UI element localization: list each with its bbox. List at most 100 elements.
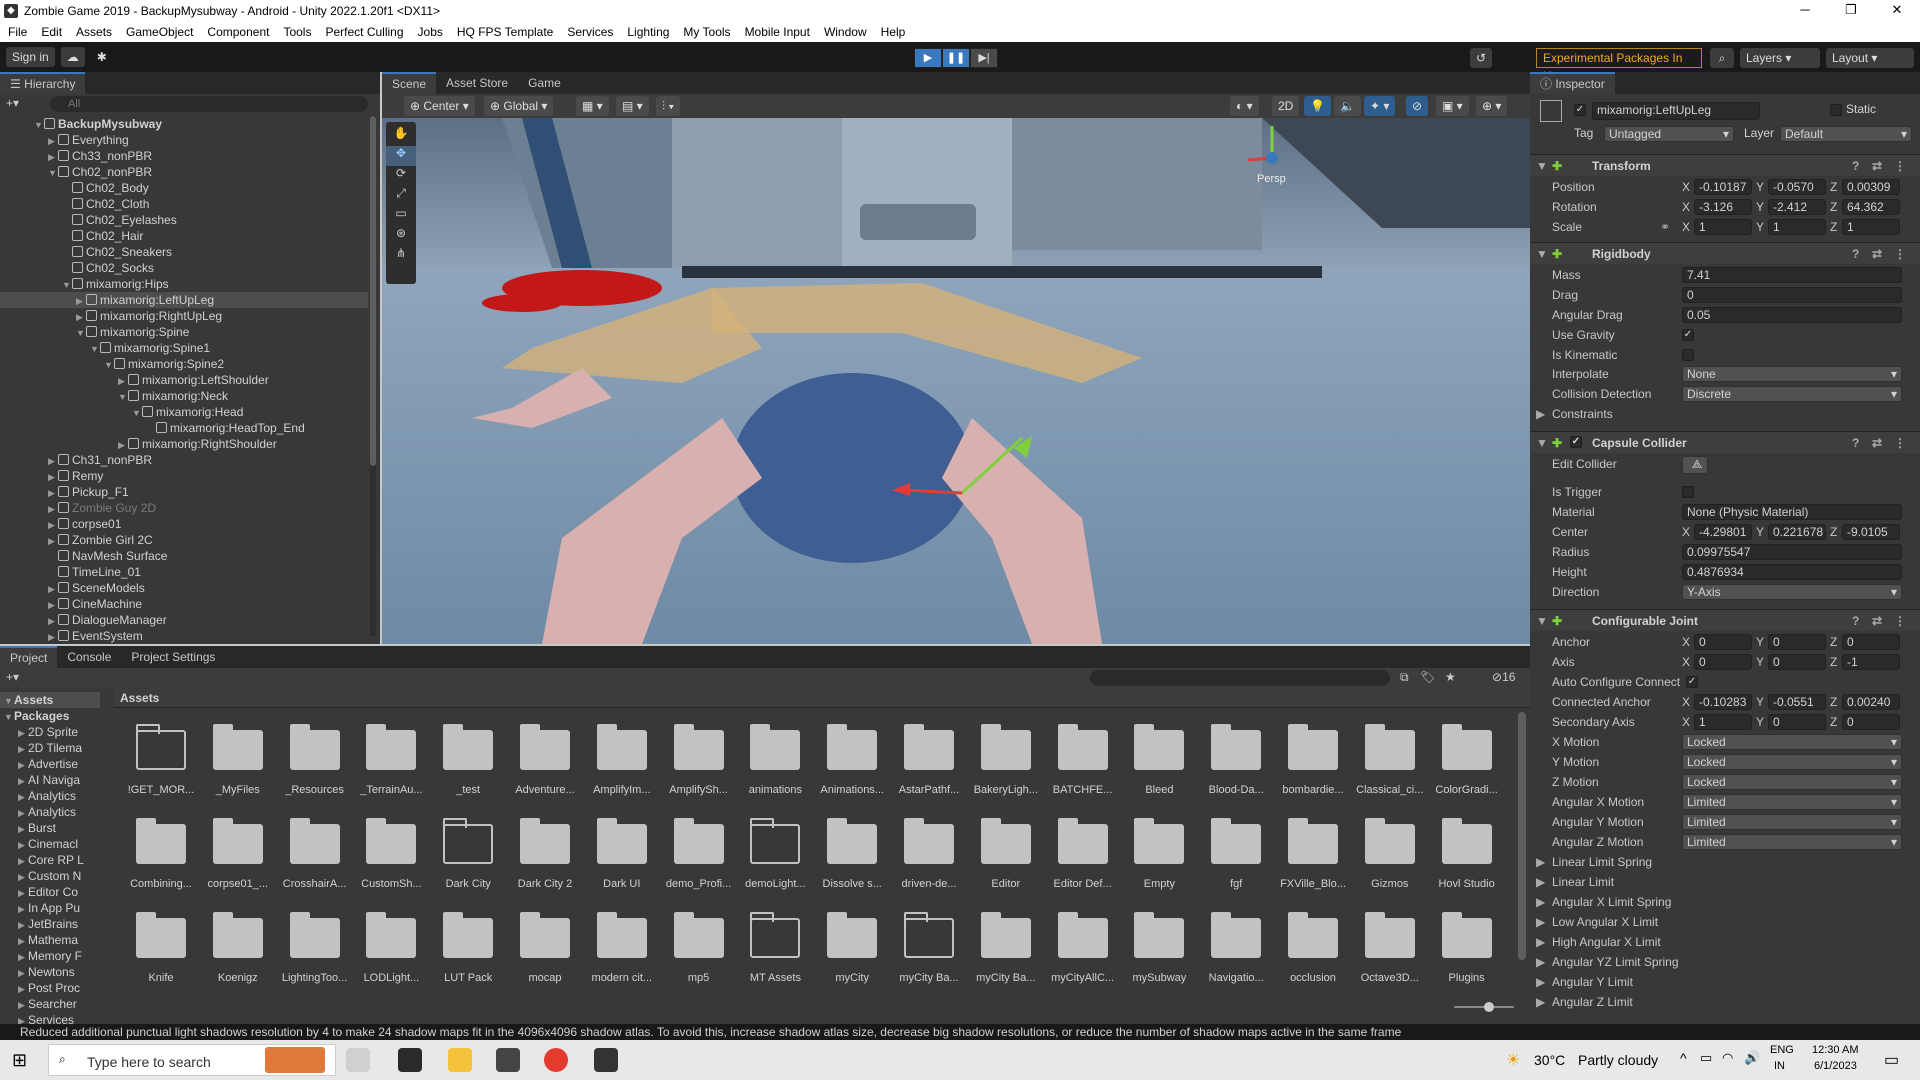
asset-folder[interactable]: Dissolve s...	[817, 810, 887, 900]
chrome-icon[interactable]	[544, 1048, 568, 1072]
hierarchy-item[interactable]: ▶ mixamorig:LeftShoulder	[0, 372, 368, 388]
asset-folder[interactable]: LUT Pack	[433, 904, 503, 994]
connected-anchor-y-field[interactable]: -0.0551	[1768, 694, 1826, 710]
project-folder-item[interactable]: ▶ Analytics	[0, 804, 100, 820]
menu-assets[interactable]: Assets	[68, 25, 118, 39]
asset-folder[interactable]: Gizmos	[1355, 810, 1425, 900]
asset-folder[interactable]: modern cit...	[587, 904, 657, 994]
menu-lighting[interactable]: Lighting	[619, 25, 675, 39]
tab-console[interactable]: Console	[57, 646, 121, 668]
global-space-dropdown[interactable]: ⊕ Global ▾	[484, 96, 554, 116]
foldout-arrow-icon[interactable]: ▼	[90, 341, 100, 357]
constrain-proportions-icon[interactable]: ⚭	[1660, 218, 1670, 236]
move-tool-icon[interactable]: ✥	[386, 146, 416, 166]
foldout-arrow-icon[interactable]: ▶	[1536, 913, 1545, 931]
asset-folder[interactable]: animations	[740, 716, 810, 806]
hierarchy-item[interactable]: ▼ BackupMysubway	[0, 116, 368, 132]
hierarchy-item[interactable]: mixamorig:HeadTop_End	[0, 420, 368, 436]
project-folder-item[interactable]: ▶ Newtons	[0, 964, 100, 980]
foldout-arrow-icon[interactable]: ▼	[4, 693, 14, 709]
search-by-type-icon[interactable]: ⧉	[1400, 670, 1409, 685]
active-checkbox[interactable]: ✓	[1574, 104, 1586, 116]
asset-folder[interactable]: AstarPathf...	[894, 716, 964, 806]
edit-collider-button[interactable]: ⟁	[1682, 456, 1708, 474]
create-asset-button[interactable]: +▾	[6, 670, 19, 684]
store-icon[interactable]	[398, 1048, 422, 1072]
joint-foldout[interactable]: ▶ Angular Z Limit	[1530, 993, 1920, 1011]
project-folder-item[interactable]: ▶ JetBrains	[0, 916, 100, 932]
project-folder-item[interactable]: ▶ Editor Co	[0, 884, 100, 900]
asset-folder[interactable]: !GET_MOR...	[126, 716, 196, 806]
hierarchy-item[interactable]: ▼ mixamorig:Spine	[0, 324, 368, 340]
hierarchy-item[interactable]: ▼ mixamorig:Neck	[0, 388, 368, 404]
asset-folder[interactable]: _MyFiles	[203, 716, 273, 806]
asset-folder[interactable]: Navigatio...	[1201, 904, 1271, 994]
tab-asset-store[interactable]: Asset Store	[436, 72, 518, 94]
asset-folder[interactable]: CustomSh...	[356, 810, 426, 900]
foldout-arrow-icon[interactable]: ▶	[48, 501, 58, 517]
tab-project[interactable]: Project	[0, 646, 58, 668]
grid-visibility-icon[interactable]: ▤ ▾	[616, 96, 649, 116]
asset-folder[interactable]: myCity Ba...	[894, 904, 964, 994]
asset-folder[interactable]: AmplifySh...	[664, 716, 734, 806]
foldout-arrow-icon[interactable]: ▶	[18, 741, 28, 757]
asset-folder[interactable]: Dark City 2	[510, 810, 580, 900]
menu-hq-fps-template[interactable]: HQ FPS Template	[449, 25, 559, 39]
favorite-icon[interactable]: ★	[1445, 670, 1456, 684]
hierarchy-item[interactable]: ▶ Zombie Guy 2D	[0, 500, 368, 516]
menu-gameobject[interactable]: GameObject	[118, 25, 199, 39]
secondary-axis-y-field[interactable]: 0	[1768, 714, 1826, 730]
static-checkbox[interactable]	[1830, 104, 1842, 116]
project-folder-item[interactable]: ▶ Burst	[0, 820, 100, 836]
foldout-arrow-icon[interactable]: ▶	[48, 149, 58, 165]
foldout-arrow-icon[interactable]: ▶	[48, 613, 58, 629]
angular-drag-field[interactable]: 0.05	[1682, 307, 1902, 323]
foldout-arrow-icon[interactable]: ▶	[48, 597, 58, 613]
windows-start-icon[interactable]: ⊞	[12, 1050, 27, 1071]
task-view-icon[interactable]	[346, 1048, 370, 1072]
foldout-arrow-icon[interactable]: ▼	[132, 405, 142, 421]
weather-text[interactable]: Partly cloudy	[1578, 1052, 1658, 1068]
asset-folder[interactable]: LightingToo...	[280, 904, 350, 994]
hierarchy-item[interactable]: Ch02_Eyelashes	[0, 212, 368, 228]
search-by-label-icon[interactable]: 🏷	[1420, 670, 1435, 684]
project-folder-item[interactable]: ▶ Advertise	[0, 756, 100, 772]
foldout-arrow-icon[interactable]: ▶	[18, 853, 28, 869]
motion-dropdown[interactable]: Limited ▾	[1682, 794, 1902, 810]
asset-folder[interactable]: fgf	[1201, 810, 1271, 900]
asset-folder[interactable]: _test	[433, 716, 503, 806]
project-folder-item[interactable]: ▶ Analytics	[0, 788, 100, 804]
asset-folder[interactable]: Empty	[1124, 810, 1194, 900]
language-label[interactable]: ENG	[1770, 1044, 1794, 1056]
auto-configure-checkbox[interactable]: ✓	[1686, 676, 1698, 688]
menu-edit[interactable]: Edit	[33, 25, 68, 39]
asset-folder[interactable]: mocap	[510, 904, 580, 994]
history-icon[interactable]: ↺	[1470, 48, 1492, 68]
asset-folder[interactable]: demoLight...	[740, 810, 810, 900]
asset-folder[interactable]: Blood-Da...	[1201, 716, 1271, 806]
context-menu-icon[interactable]: ⋮	[1894, 610, 1906, 632]
search-icon[interactable]: ⌕	[1710, 48, 1734, 68]
foldout-arrow-icon[interactable]: ▶	[118, 437, 128, 453]
project-folder-item[interactable]: ▶ AI Naviga	[0, 772, 100, 788]
foldout-arrow-icon[interactable]: ▼	[118, 389, 128, 405]
motion-dropdown[interactable]: Locked ▾	[1682, 774, 1902, 790]
hierarchy-item[interactable]: ▶ Everything	[0, 132, 368, 148]
asset-folder[interactable]: Octave3D...	[1355, 904, 1425, 994]
hierarchy-item[interactable]: ▶ DialogueManager	[0, 612, 368, 628]
hidden-packages-count[interactable]: ⊘16	[1492, 670, 1515, 684]
asset-folder[interactable]: Koenigz	[203, 904, 273, 994]
asset-folder[interactable]: AmplifyIm...	[587, 716, 657, 806]
wifi-icon[interactable]: ◠	[1722, 1050, 1733, 1066]
asset-folder[interactable]: Classical_ci...	[1355, 716, 1425, 806]
joint-foldout[interactable]: ▶ Angular YZ Limit Spring	[1530, 953, 1920, 971]
preset-icon[interactable]: ⇄	[1872, 610, 1882, 632]
foldout-arrow-icon[interactable]: ▶	[18, 997, 28, 1013]
mass-field[interactable]: 7.41	[1682, 267, 1902, 283]
hierarchy-search-input[interactable]: All	[50, 96, 368, 112]
collab-icon[interactable]: ✱	[91, 47, 113, 67]
capsule-collider-enabled-checkbox[interactable]: ✓	[1570, 436, 1582, 448]
position-z-field[interactable]: 0.00309	[1842, 179, 1900, 195]
object-name-field[interactable]: mixamorig:LeftUpLeg	[1592, 102, 1760, 120]
rect-tool-icon[interactable]: ▭	[386, 206, 416, 226]
